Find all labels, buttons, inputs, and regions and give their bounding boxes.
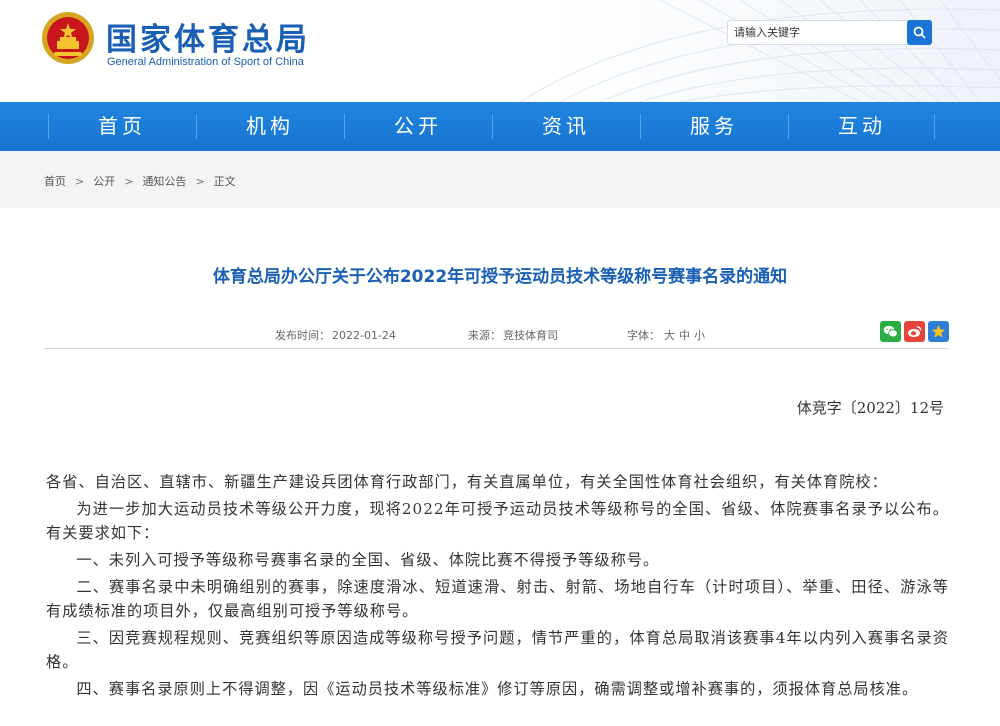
source-label: 来源：: [468, 329, 501, 342]
favorite-star-icon: [932, 325, 945, 338]
font-size-label: 字体：: [627, 329, 660, 342]
font-size-control: 字体： 大中小: [627, 327, 705, 343]
weibo-icon: [908, 326, 922, 337]
wechat-icon: [883, 325, 898, 338]
nav-item-interaction[interactable]: 互动: [788, 102, 936, 151]
article-paragraph: 为进一步加大运动员技术等级公开力度，现将2022年可授予运动员技术等级称号的全国…: [46, 500, 949, 542]
publish-time-label: 发布时间：: [275, 329, 330, 342]
breadcrumb-home[interactable]: 首页: [44, 175, 66, 188]
weibo-share-button[interactable]: [904, 321, 925, 342]
article-source: 来源： 竞技体育司: [468, 327, 558, 343]
breadcrumb-separator: >: [75, 175, 85, 188]
source-value: 竞技体育司: [503, 329, 558, 342]
font-size-medium[interactable]: 中: [679, 329, 690, 342]
article-paragraph: 三、因竞赛规程规则、竞赛组织等原因造成等级称号授予问题，情节严重的，体育总局取消…: [46, 629, 949, 671]
breadcrumb: 首页 > 公开 > 通知公告 > 正文: [44, 173, 236, 189]
article-paragraph: 四、赛事名录原则上不得调整，因《运动员技术等级标准》修订等原因，确需调整或增补赛…: [76, 680, 919, 698]
nav-item-services[interactable]: 服务: [640, 102, 788, 151]
wechat-share-button[interactable]: [880, 321, 901, 342]
nav-item-news[interactable]: 资讯: [492, 102, 640, 151]
article-paragraph: 各省、自治区、直辖市、新疆生产建设兵团体育行政部门，有关直属单位，有关全国性体育…: [46, 473, 888, 491]
breadcrumb-separator: >: [124, 175, 134, 188]
breadcrumb-disclosure[interactable]: 公开: [93, 175, 115, 188]
document-number: 体竞字〔2022〕12号: [796, 399, 944, 417]
font-size-large[interactable]: 大: [664, 329, 675, 342]
breadcrumb-current: 正文: [213, 175, 236, 188]
breadcrumb-bar: 首页 > 公开 > 通知公告 > 正文: [0, 151, 1000, 208]
site-title: 国家体育总局: [106, 22, 310, 58]
nav-item-home[interactable]: 首页: [48, 102, 196, 151]
site-subtitle: General Administration of Sport of China: [107, 56, 304, 68]
site-header: 国家体育总局 General Administration of Sport o…: [0, 0, 1000, 102]
article-paragraph: 二、赛事名录中未明确组别的赛事，除速度滑冰、短道速滑、射击、射箭、场地自行车（计…: [46, 578, 949, 620]
search-box: [727, 20, 932, 45]
breadcrumb-separator: >: [195, 175, 205, 188]
search-button[interactable]: [907, 20, 932, 45]
nav-item-organization[interactable]: 机构: [196, 102, 344, 151]
favorite-button[interactable]: [928, 321, 949, 342]
article-divider: [44, 348, 949, 349]
stadium-pattern-decoration: [519, 0, 1000, 102]
publish-date: 2022-01-24: [332, 329, 396, 342]
breadcrumb-notices[interactable]: 通知公告: [142, 175, 186, 188]
font-size-small[interactable]: 小: [694, 329, 705, 342]
article-paragraph: 一、未列入可授予等级称号赛事名录的全国、省级、体院比赛不得授予等级称号。: [76, 551, 660, 569]
article-title: 体育总局办公厅关于公布2022年可授予运动员技术等级称号赛事名录的通知: [212, 267, 788, 287]
nav-item-disclosure[interactable]: 公开: [344, 102, 492, 151]
nav-divider: [934, 114, 935, 139]
search-icon: [913, 26, 926, 39]
article-body: 各省、自治区、直辖市、新疆生产建设兵团体育行政部门，有关直属单位，有关全国性体育…: [46, 470, 949, 704]
national-emblem-logo: [42, 12, 94, 64]
publish-time: 发布时间： 2022-01-24: [275, 327, 396, 343]
search-input[interactable]: [734, 23, 904, 42]
main-nav: 首页 机构 公开 资讯 服务 互动: [0, 102, 1000, 151]
